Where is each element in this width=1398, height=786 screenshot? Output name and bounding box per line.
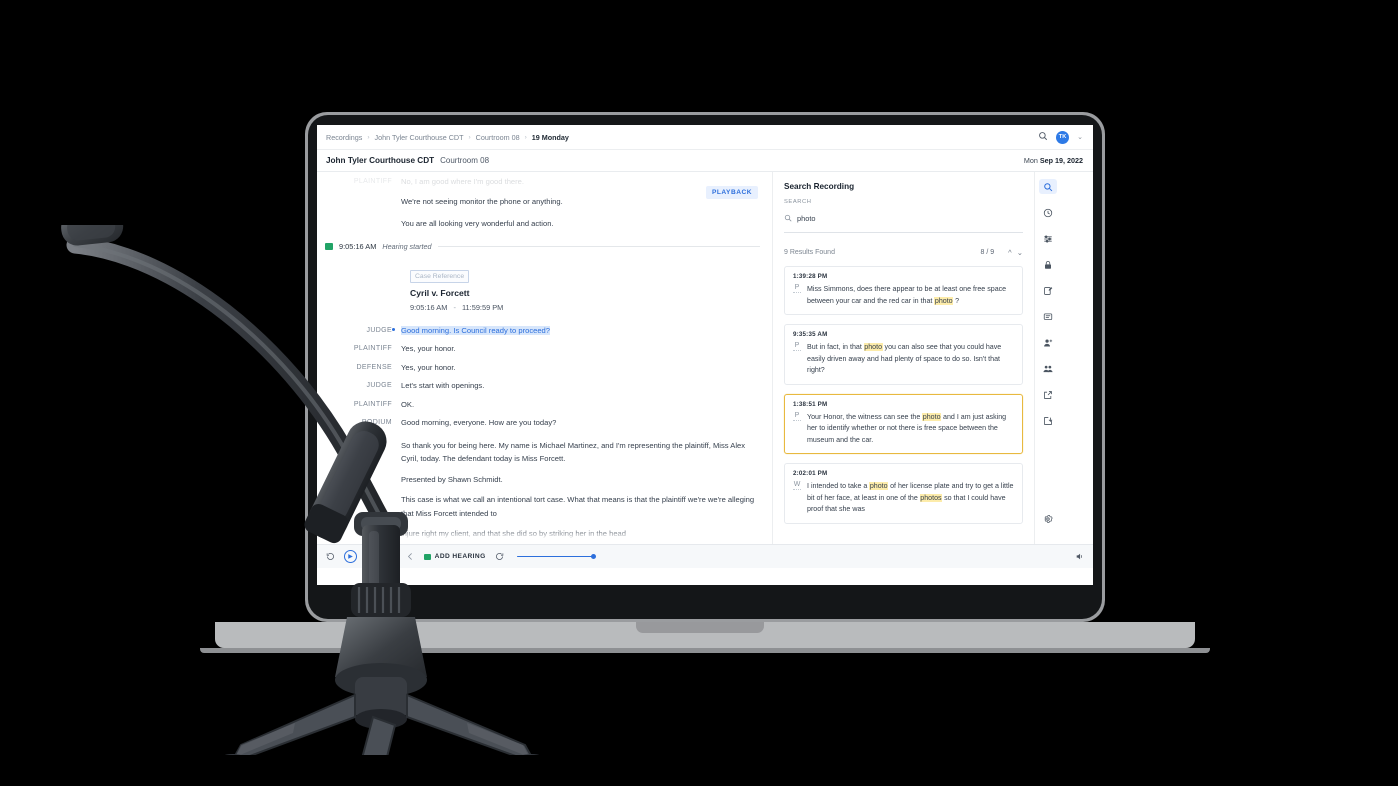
laptop-base-notch: [636, 622, 764, 633]
microphone-photo: [61, 225, 540, 755]
search-results-list: 1:39:28 PM P Miss Simmons, does there ap…: [784, 266, 1023, 524]
comment-icon[interactable]: [1039, 309, 1057, 324]
search-highlight: photo: [922, 412, 942, 421]
search-recording-panel: Search Recording SEARCH photo 9 Results …: [772, 172, 1034, 544]
breadcrumb-recordings[interactable]: Recordings: [326, 133, 362, 142]
breadcrumb-day[interactable]: 19 Monday: [532, 133, 569, 142]
search-highlight: photo: [934, 296, 954, 305]
result-text: I intended to take a photo of her licens…: [807, 482, 1014, 513]
playback-button[interactable]: PLAYBACK: [705, 186, 758, 199]
result-text: Miss Simmons, does there appear to be at…: [807, 285, 1007, 305]
sliders-settings-icon[interactable]: [1039, 231, 1057, 246]
search-icon: [784, 209, 792, 227]
search-field-label: SEARCH: [784, 199, 812, 205]
note-edit-icon[interactable]: [1039, 283, 1057, 298]
page-subtitle: Courtroom 08: [440, 156, 490, 165]
transcript-speaker: [321, 195, 401, 209]
recording-date-value: Sep 19, 2022: [1039, 156, 1083, 165]
avatar[interactable]: TK: [1056, 130, 1070, 144]
page-title: John Tyler Courthouse CDT: [326, 156, 435, 165]
search-result-card[interactable]: 2:02:01 PM W I intended to take a photo …: [784, 463, 1023, 524]
search-result-card[interactable]: 9:35:35 AM P But in fact, in that photo …: [784, 324, 1023, 385]
search-icon[interactable]: [1038, 131, 1048, 143]
chevron-down-icon[interactable]: ⌄: [1017, 248, 1023, 257]
breadcrumb-separator: ›: [524, 133, 527, 141]
lock-icon[interactable]: [1039, 257, 1057, 272]
result-text: But in fact, in that photo you can also …: [807, 343, 1002, 374]
result-body: P Miss Simmons, does there appear to be …: [793, 284, 1014, 307]
result-timestamp: 9:35:35 AM: [793, 331, 828, 338]
chevron-up-icon[interactable]: ^: [1008, 248, 1012, 257]
volume-icon[interactable]: [1075, 552, 1084, 561]
transcript-line: We're not seeing monitor the phone or an…: [321, 195, 760, 209]
tool-rail: [1034, 172, 1060, 544]
speaker-tag: P: [793, 411, 801, 421]
app-subheader: John Tyler Courthouse CDT Courtroom 08 M…: [317, 150, 1093, 172]
result-timestamp: 2:02:01 PM: [793, 470, 828, 477]
result-timestamp: 1:38:51 PM: [793, 400, 828, 408]
search-results-meta: 9 Results Found 8 / 9 ^ ⌄: [784, 248, 1023, 257]
chevron-down-icon[interactable]: ⌄: [1077, 133, 1083, 141]
search-highlight: photo: [863, 343, 883, 351]
search-input-row[interactable]: photo: [784, 209, 1023, 233]
transcript-speaker: PLAINTIFF: [353, 178, 392, 185]
search-result-card[interactable]: 1:39:28 PM P Miss Simmons, does there ap…: [784, 266, 1023, 315]
history-clock-icon[interactable]: [1039, 205, 1057, 220]
speaker-tag: P: [793, 342, 801, 351]
transcript-partial-line: PLAINTIFF No, I am good where I'm good t…: [321, 175, 760, 189]
result-position: 8 / 9: [980, 249, 995, 256]
download-export-icon[interactable]: [1039, 413, 1057, 428]
speaker-tag: W: [793, 481, 801, 490]
breadcrumb-courtroom[interactable]: Courtroom 08: [476, 133, 520, 142]
recording-date: Mon Sep 19, 2022: [1023, 156, 1083, 165]
scene: Recordings › John Tyler Courthouse CDT ›…: [0, 0, 1398, 786]
topbar-actions: TK ⌄: [1038, 130, 1083, 144]
person-add-icon[interactable]: [1039, 335, 1057, 350]
result-timestamp: 1:39:28 PM: [793, 273, 828, 280]
gear-icon[interactable]: [1039, 511, 1057, 526]
breadcrumb-separator: ›: [367, 133, 370, 141]
speaker-tag: P: [793, 284, 801, 293]
search-panel-title: Search Recording: [784, 182, 855, 191]
people-group-icon[interactable]: [1039, 361, 1057, 376]
result-text: Your Honor, the witness can see the phot…: [807, 412, 1007, 444]
search-input[interactable]: photo: [797, 214, 816, 223]
search-result-card-active[interactable]: 1:38:51 PM P Your Honor, the witness can…: [784, 393, 1023, 454]
breadcrumb-separator: ›: [468, 133, 471, 141]
external-link-icon[interactable]: [1039, 387, 1057, 402]
search-highlight: photo: [869, 482, 889, 490]
result-body: P Your Honor, the witness can see the ph…: [793, 412, 1014, 447]
result-body: W I intended to take a photo of her lice…: [793, 481, 1014, 516]
search-icon[interactable]: [1038, 179, 1057, 194]
results-found-label: 9 Results Found: [784, 249, 835, 256]
result-body: P But in fact, in that photo you can als…: [793, 342, 1014, 377]
breadcrumb-courthouse[interactable]: John Tyler Courthouse CDT: [375, 133, 464, 142]
search-highlight: photos: [919, 493, 943, 502]
app-topbar: Recordings › John Tyler Courthouse CDT ›…: [317, 125, 1093, 150]
